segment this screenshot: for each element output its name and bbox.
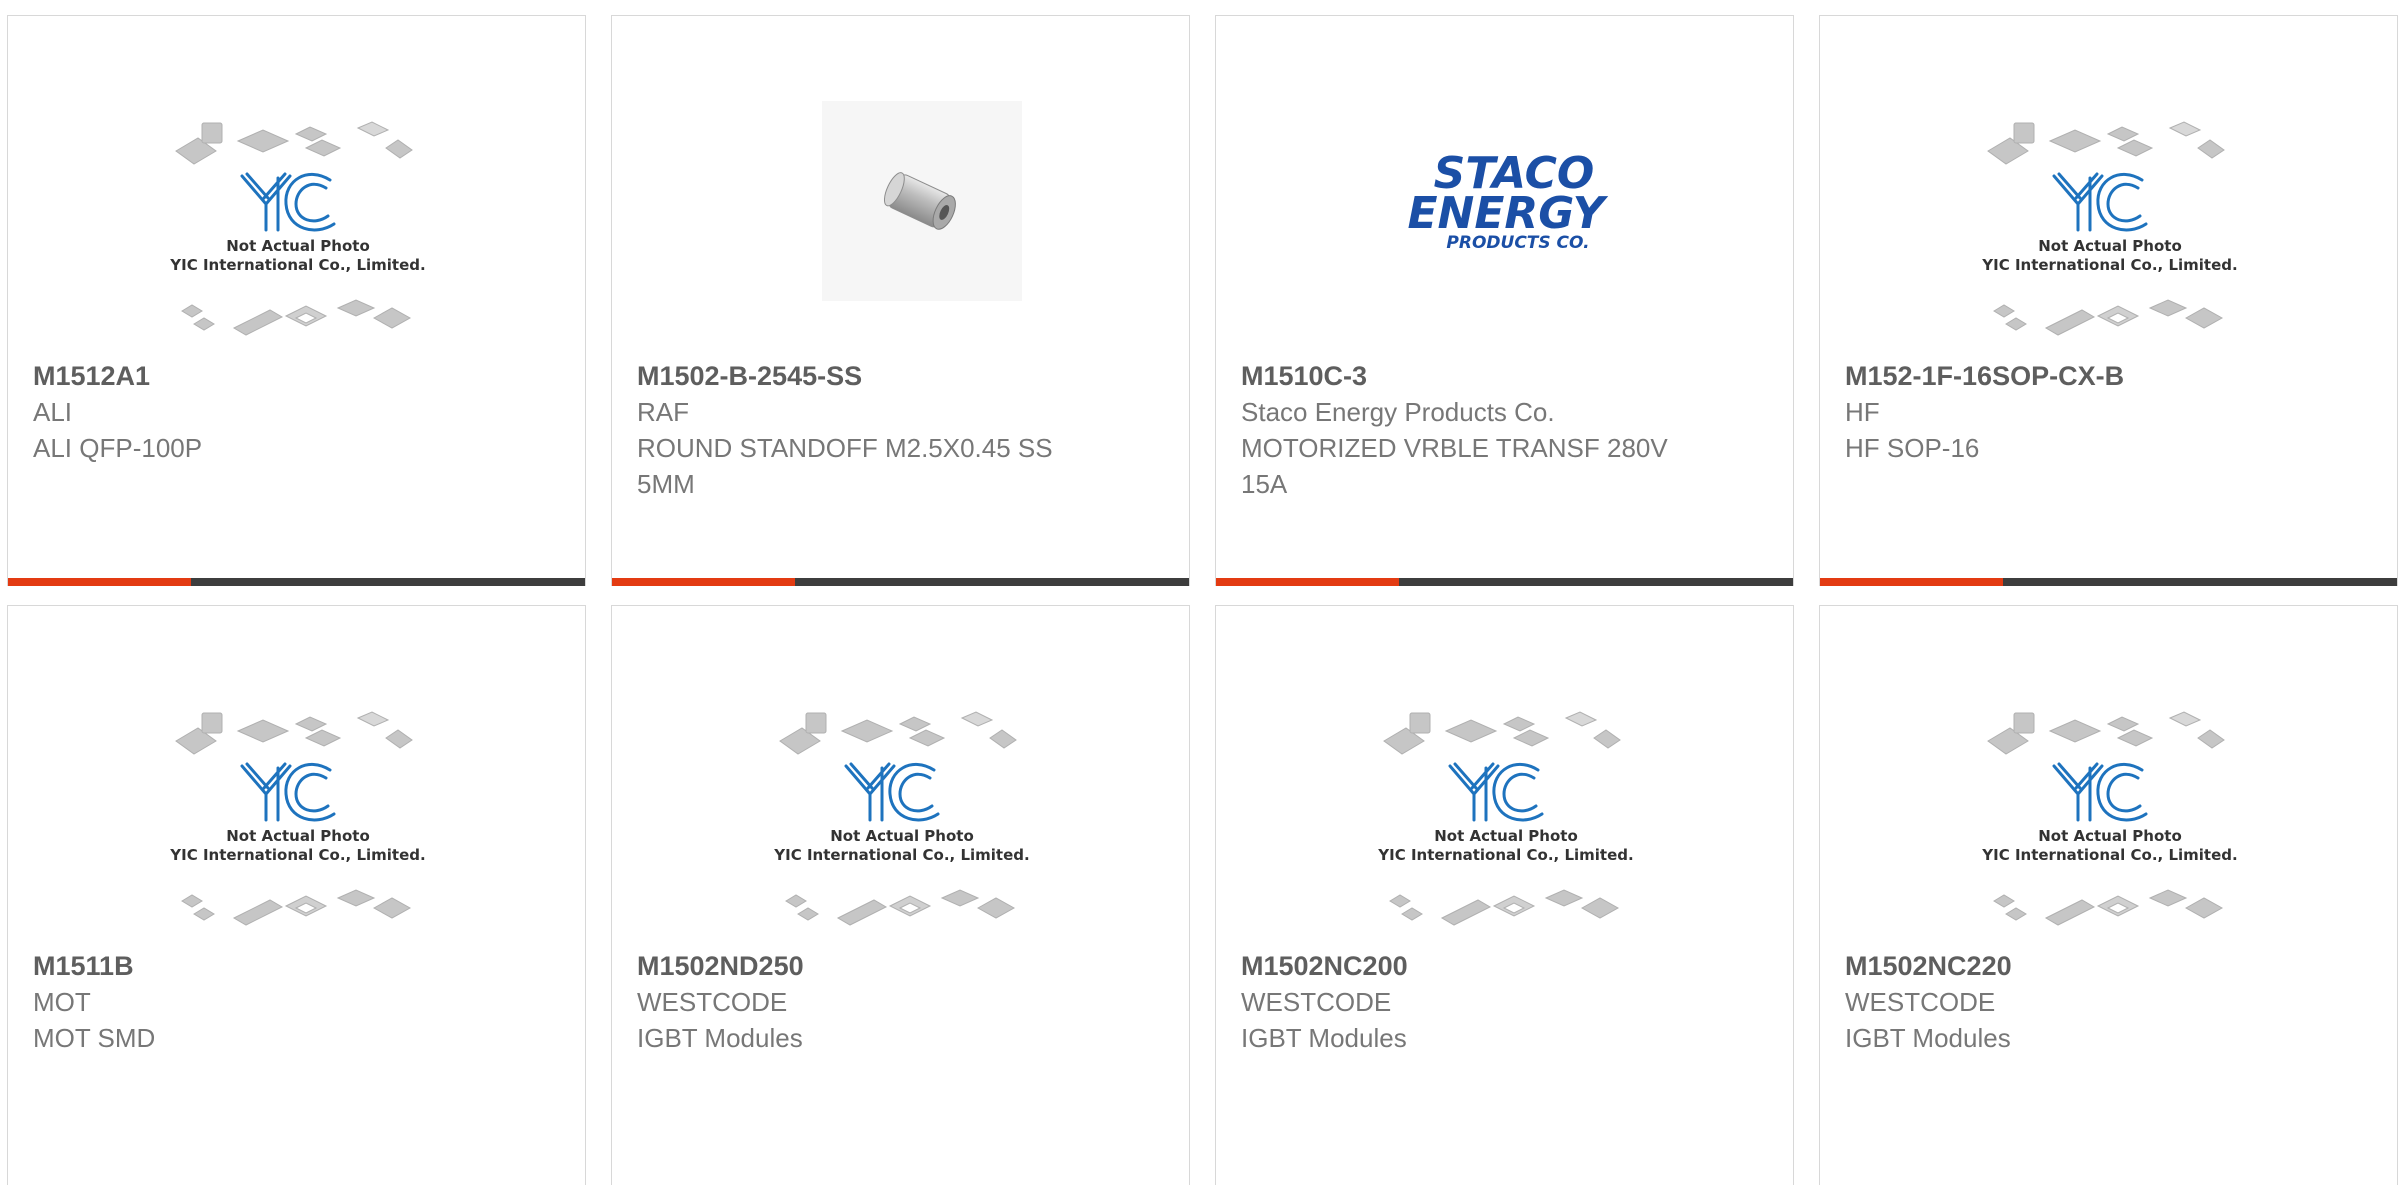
product-card[interactable]: Not Actual Photo YIC International Co., …	[7, 605, 586, 1185]
description: ROUND STANDOFF M2.5X0.45 SS 5MM	[637, 433, 1053, 499]
manufacturer: WESTCODE	[1241, 987, 1392, 1017]
description: IGBT Modules	[1845, 1023, 2011, 1053]
placeholder-image[interactable]: Not Actual Photo YIC International Co., …	[1970, 96, 2250, 346]
svg-text:YIC International Co., Limited: YIC International Co., Limited.	[773, 846, 1029, 864]
card-bottom-bar	[8, 578, 585, 586]
product-card[interactable]: M1502-B-2545-SS RAF ROUND STANDOFF M2.5X…	[611, 15, 1190, 586]
description: IGBT Modules	[1241, 1023, 1407, 1053]
card-bottom-bar	[612, 578, 1189, 586]
part-number[interactable]: M152-1F-16SOP-CX-B	[1845, 358, 2377, 394]
product-card[interactable]: Not Actual Photo YIC International Co., …	[1215, 605, 1794, 1185]
description: ALI QFP-100P	[33, 433, 203, 463]
svg-text:Not Actual Photo: Not Actual Photo	[830, 827, 974, 845]
manufacturer: MOT	[33, 987, 91, 1017]
part-number[interactable]: M1502-B-2545-SS	[637, 358, 1169, 394]
svg-text:YIC International Co., Limited: YIC International Co., Limited.	[1377, 846, 1633, 864]
description: MOTORIZED VRBLE TRANSF 280V 15A	[1241, 433, 1668, 499]
part-number[interactable]: M1512A1	[33, 358, 565, 394]
card-bottom-bar	[1820, 578, 2397, 586]
description: MOT SMD	[33, 1023, 156, 1053]
part-number[interactable]: M1502NC200	[1241, 948, 1773, 984]
manufacturer: WESTCODE	[637, 987, 788, 1017]
svg-text:YIC International Co., Limited: YIC International Co., Limited.	[1981, 846, 2237, 864]
product-card[interactable]: Not Actual Photo YIC International Co., …	[1819, 605, 2398, 1185]
manufacturer: WESTCODE	[1845, 987, 1996, 1017]
svg-text:YIC International Co., Limited: YIC International Co., Limited.	[1981, 256, 2237, 274]
product-card[interactable]: Not Actual Photo YIC International Co., …	[1819, 15, 2398, 586]
part-number[interactable]: M1510C-3	[1241, 358, 1773, 394]
description: HF SOP-16	[1845, 433, 1980, 463]
svg-text:Not Actual Photo: Not Actual Photo	[2038, 827, 2182, 845]
manufacturer: ALI	[33, 397, 73, 427]
svg-text:Not Actual Photo: Not Actual Photo	[226, 237, 370, 255]
placeholder-image[interactable]: Not Actual Photo YIC International Co., …	[1366, 686, 1646, 936]
svg-text:Not Actual Photo: Not Actual Photo	[2038, 237, 2182, 255]
placeholder-image[interactable]: Not Actual Photo YIC International Co., …	[158, 686, 438, 936]
staco-energy-logo[interactable]: STACO ENERGY PRODUCTS CO.	[1366, 96, 1646, 346]
svg-text:YIC International Co., Limited: YIC International Co., Limited.	[169, 846, 425, 864]
product-photo[interactable]	[762, 96, 1042, 346]
manufacturer: RAF	[637, 397, 689, 427]
product-card[interactable]: Not Actual Photo YIC International Co., …	[611, 605, 1190, 1185]
product-card[interactable]: STACO ENERGY PRODUCTS CO. M1510C-3 Staco…	[1215, 15, 1794, 586]
manufacturer: Staco Energy Products Co.	[1241, 397, 1555, 427]
part-number[interactable]: M1511B	[33, 948, 565, 984]
svg-text:Not Actual Photo: Not Actual Photo	[226, 827, 370, 845]
card-bottom-bar	[1216, 578, 1793, 586]
placeholder-image[interactable]: Not Actual Photo YIC International Co., …	[1970, 686, 2250, 936]
manufacturer: HF	[1845, 397, 1880, 427]
placeholder-image[interactable]: Not Actual Photo YIC International Co., …	[762, 686, 1042, 936]
description: IGBT Modules	[637, 1023, 803, 1053]
svg-text:YIC International Co., Limited: YIC International Co., Limited.	[169, 256, 425, 274]
svg-text:Not Actual Photo: Not Actual Photo	[1434, 827, 1578, 845]
svg-text:PRODUCTS CO.: PRODUCTS CO.	[1446, 233, 1589, 253]
placeholder-image[interactable]: Not Actual Photo YIC International Co., …	[158, 96, 438, 346]
svg-text:ENERGY: ENERGY	[1407, 188, 1608, 239]
product-card[interactable]: Not Actual Photo YIC International Co., …	[7, 15, 586, 586]
part-number[interactable]: M1502ND250	[637, 948, 1169, 984]
part-number[interactable]: M1502NC220	[1845, 948, 2377, 984]
